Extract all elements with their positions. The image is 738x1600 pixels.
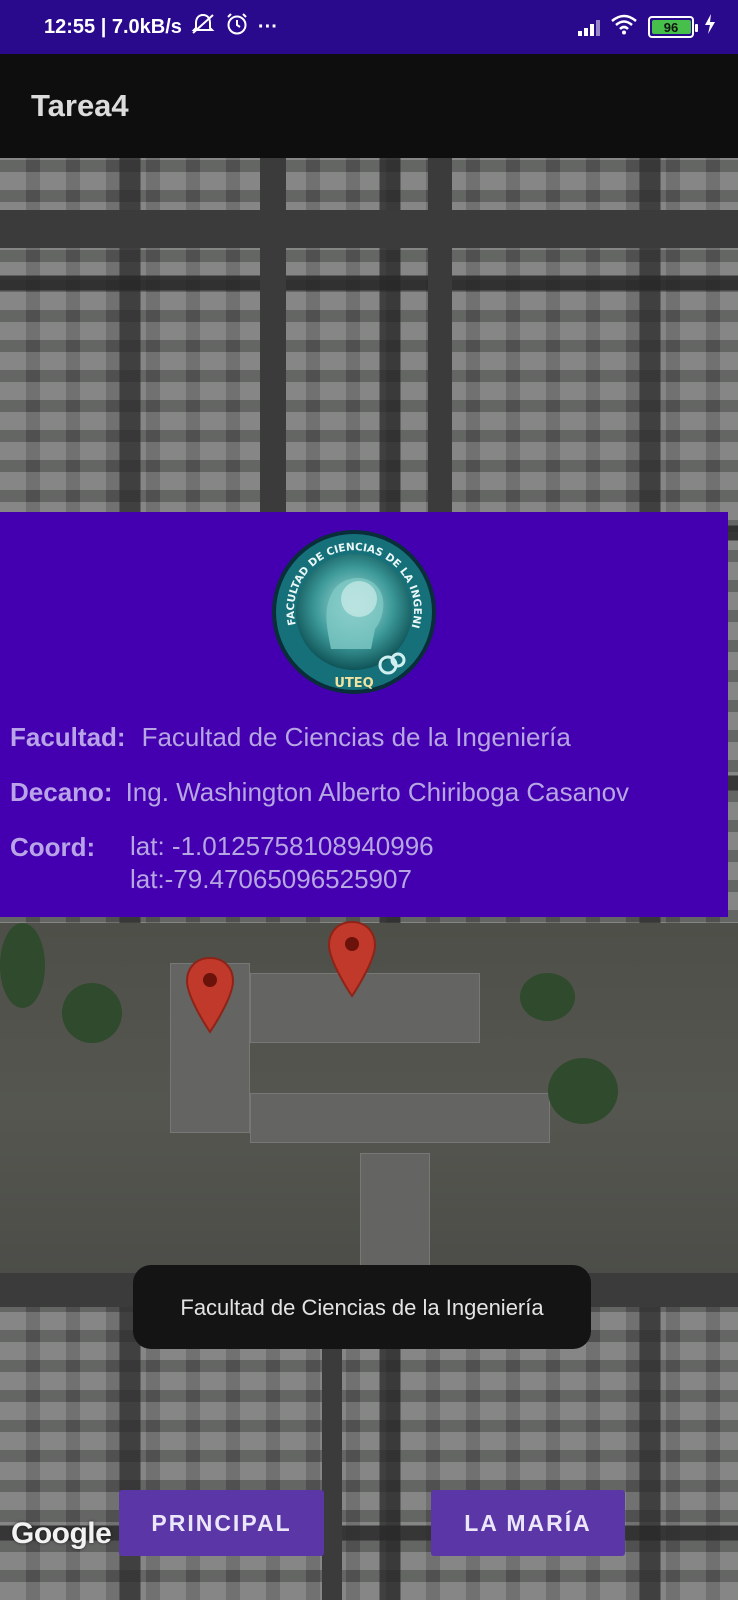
tree	[520, 973, 575, 1021]
la-maria-button[interactable]: LA MARÍA	[431, 1490, 625, 1556]
map-road	[428, 158, 452, 518]
toast-text: Facultad de Ciencias de la Ingeniería	[180, 1294, 544, 1320]
app-title: Tarea4	[31, 88, 129, 123]
coord-lat: lat: -1.0125758108940996	[130, 831, 434, 861]
map-marker[interactable]	[185, 956, 235, 1034]
charging-icon	[704, 14, 716, 40]
facultad-row: Facultad: Facultad de Ciencias de la Ing…	[10, 722, 571, 753]
tree	[0, 923, 45, 1008]
status-bar: 12:55 | 7.0kB/s ··· 96	[0, 0, 738, 54]
battery-level: 96	[663, 19, 679, 35]
decano-label: Decano:	[10, 777, 113, 807]
tree	[548, 1058, 618, 1124]
map-road	[260, 158, 286, 518]
facultad-label: Facultad:	[10, 722, 126, 752]
map-road	[322, 1348, 342, 1600]
principal-button[interactable]: PRINCIPAL	[119, 1490, 324, 1556]
status-time: 12:55 | 7.0kB/s	[44, 15, 182, 38]
info-card: FACULTAD DE CIENCIAS DE LA INGENIERÍA UT…	[0, 512, 728, 917]
signal-icon	[578, 18, 600, 36]
wifi-icon	[610, 13, 638, 41]
map-marker[interactable]	[327, 920, 377, 998]
google-logo[interactable]: Google	[11, 1517, 112, 1551]
decano-row: Decano: Ing. Washington Alberto Chiribog…	[10, 777, 629, 808]
coord-row: Coord:	[10, 832, 95, 863]
tree	[62, 983, 122, 1043]
logo-badge-text: UTEQ	[334, 676, 373, 691]
battery-icon: 96	[648, 16, 698, 38]
campus-building	[250, 1093, 550, 1143]
status-left: 12:55 | 7.0kB/s ···	[44, 12, 278, 42]
more-notifications-icon: ···	[257, 15, 278, 38]
toast-message: Facultad de Ciencias de la Ingeniería	[133, 1265, 591, 1349]
mute-icon	[190, 12, 216, 42]
alarm-icon	[224, 12, 250, 42]
coord-values: lat: -1.0125758108940996 lat:-79.4706509…	[130, 830, 434, 896]
map-road	[0, 210, 738, 248]
faculty-logo: FACULTAD DE CIENCIAS DE LA INGENIERÍA UT…	[267, 519, 437, 695]
status-right: 96	[578, 13, 716, 41]
app-bar: Tarea4	[0, 54, 738, 158]
decano-value: Ing. Washington Alberto Chiriboga Casano…	[125, 777, 630, 807]
coord-label: Coord:	[10, 832, 96, 862]
campus-building	[360, 1153, 430, 1273]
facultad-value: Facultad de Ciencias de la Ingeniería	[141, 722, 571, 752]
coord-lng: lat:-79.47065096525907	[130, 864, 412, 894]
